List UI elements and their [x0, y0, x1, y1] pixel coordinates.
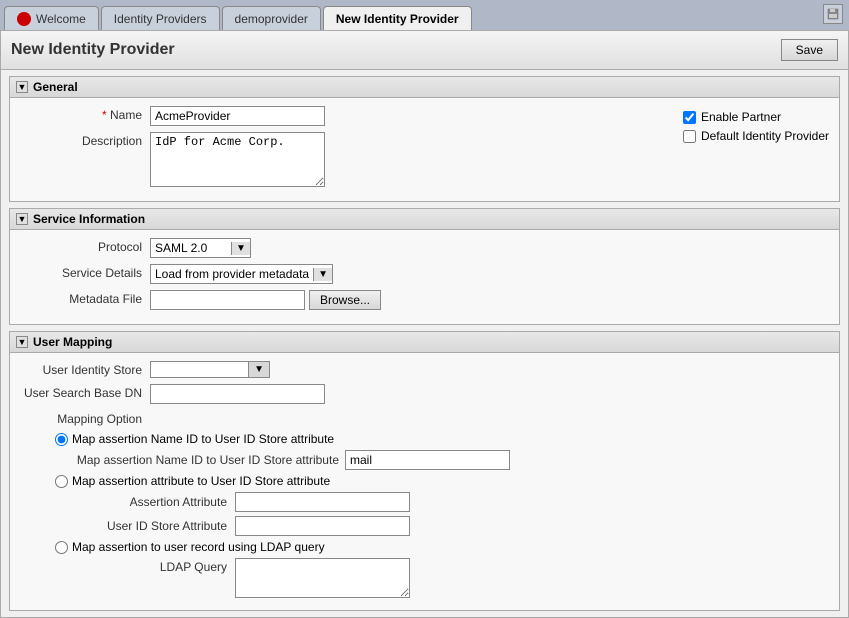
protocol-select[interactable]: SAML 2.0 ▼ [150, 238, 251, 258]
ldap-query-textarea[interactable] [235, 558, 410, 598]
browse-button[interactable]: Browse... [309, 290, 381, 310]
metadata-file-row: Metadata File Browse... [20, 290, 829, 310]
general-section-label: General [33, 80, 78, 94]
user-search-base-dn-input[interactable] [150, 384, 325, 404]
general-section-header: ▼ General [10, 77, 839, 98]
user-id-store-attribute-row: User ID Store Attribute [75, 516, 829, 536]
tab-new-identity-provider-label: New Identity Provider [336, 12, 459, 26]
metadata-file-label: Metadata File [20, 290, 150, 306]
user-search-base-dn-label: User Search Base DN [20, 384, 150, 400]
enable-partner-label: Enable Partner [701, 110, 781, 124]
floppy-icon [827, 8, 839, 20]
tab-demoprovider[interactable]: demoprovider [222, 6, 321, 30]
tab-welcome[interactable]: Welcome [4, 6, 99, 30]
user-store-arrow[interactable]: ▼ [248, 362, 269, 377]
radio1-sublabel: Map assertion Name ID to User ID Store a… [75, 453, 345, 467]
user-identity-store-label: User Identity Store [20, 361, 150, 377]
tab-new-identity-provider[interactable]: New Identity Provider [323, 6, 472, 30]
name-row: Name [20, 106, 643, 126]
tab-demoprovider-label: demoprovider [235, 12, 308, 26]
mapping-option-label-row: Mapping Option [20, 410, 829, 426]
radio3-label: Map assertion to user record using LDAP … [72, 540, 325, 554]
service-information-label: Service Information [33, 212, 145, 226]
default-idp-checkbox[interactable] [683, 130, 696, 143]
user-id-store-attribute-input[interactable] [235, 516, 410, 536]
service-details-select[interactable]: Load from provider metadata ▼ [150, 264, 333, 284]
user-mapping-toggle[interactable]: ▼ [16, 336, 28, 348]
radio3-row: Map assertion to user record using LDAP … [55, 540, 829, 554]
metadata-file-input[interactable] [150, 290, 305, 310]
save-icon-top[interactable] [823, 4, 843, 24]
radio2[interactable] [55, 475, 68, 488]
radio3[interactable] [55, 541, 68, 554]
enable-partner-row: Enable Partner [683, 110, 829, 124]
radio1-sub-row: Map assertion Name ID to User ID Store a… [75, 450, 829, 470]
general-toggle[interactable]: ▼ [16, 81, 28, 93]
assertion-attribute-row: Assertion Attribute [75, 492, 829, 512]
general-layout: Name Description IdP for Acme Corp. Enab… [20, 106, 829, 193]
protocol-row: Protocol SAML 2.0 ▼ [20, 238, 829, 258]
user-search-base-dn-row: User Search Base DN [20, 384, 829, 404]
tab-bar: Welcome Identity Providers demoprovider … [0, 0, 849, 30]
page-header: New Identity Provider Save [1, 31, 848, 70]
default-idp-label: Default Identity Provider [701, 129, 829, 143]
service-information-body: Protocol SAML 2.0 ▼ Service Details Load… [10, 230, 839, 324]
service-information-section: ▼ Service Information Protocol SAML 2.0 … [9, 208, 840, 325]
description-label: Description [20, 132, 150, 148]
protocol-arrow[interactable]: ▼ [231, 242, 250, 255]
service-details-arrow[interactable]: ▼ [313, 268, 332, 281]
save-button[interactable]: Save [781, 39, 838, 61]
user-mapping-section: ▼ User Mapping User Identity Store ▼ Use… [9, 331, 840, 611]
checkbox-group: Enable Partner Default Identity Provider [683, 110, 829, 143]
user-mapping-body: User Identity Store ▼ User Search Base D… [10, 353, 839, 610]
radio1-row: Map assertion Name ID to User ID Store a… [55, 432, 829, 446]
ldap-query-row: LDAP Query [75, 558, 829, 598]
radio2-row: Map assertion attribute to User ID Store… [55, 474, 829, 488]
protocol-label: Protocol [20, 238, 150, 254]
page-title: New Identity Provider [11, 41, 175, 59]
tab-identity-providers-label: Identity Providers [114, 12, 207, 26]
description-textarea[interactable]: IdP for Acme Corp. [150, 132, 325, 187]
mapping-option-label: Mapping Option [20, 410, 150, 426]
ldap-query-label: LDAP Query [75, 558, 235, 574]
main-content: New Identity Provider Save ▼ General Nam… [0, 30, 849, 618]
general-section-body: Name Description IdP for Acme Corp. Enab… [10, 98, 839, 201]
general-section: ▼ General Name Description IdP for Acme … [9, 76, 840, 202]
service-information-toggle[interactable]: ▼ [16, 213, 28, 225]
tab-identity-providers[interactable]: Identity Providers [101, 6, 220, 30]
service-details-row: Service Details Load from provider metad… [20, 264, 829, 284]
general-right: Enable Partner Default Identity Provider [663, 106, 829, 193]
service-details-label: Service Details [20, 264, 150, 280]
enable-partner-checkbox[interactable] [683, 111, 696, 124]
assertion-attribute-input[interactable] [235, 492, 410, 512]
description-row: Description IdP for Acme Corp. [20, 132, 643, 187]
radio1-label: Map assertion Name ID to User ID Store a… [72, 432, 334, 446]
name-input[interactable] [150, 106, 325, 126]
user-mapping-label: User Mapping [33, 335, 112, 349]
user-identity-store-row: User Identity Store ▼ [20, 361, 829, 378]
user-store-value [151, 362, 248, 377]
user-identity-store-select[interactable]: ▼ [150, 361, 270, 378]
service-information-header: ▼ Service Information [10, 209, 839, 230]
assertion-attribute-label: Assertion Attribute [75, 495, 235, 509]
name-label: Name [20, 106, 150, 122]
service-details-value: Load from provider metadata [151, 265, 313, 283]
default-idp-row: Default Identity Provider [683, 129, 829, 143]
radio1-value-input[interactable] [345, 450, 510, 470]
general-left: Name Description IdP for Acme Corp. [20, 106, 643, 193]
radio2-label: Map assertion attribute to User ID Store… [72, 474, 330, 488]
user-mapping-header: ▼ User Mapping [10, 332, 839, 353]
radio1[interactable] [55, 433, 68, 446]
protocol-value: SAML 2.0 [151, 239, 231, 257]
tab-welcome-label: Welcome [36, 12, 86, 26]
welcome-icon [17, 12, 31, 26]
user-id-store-attribute-label: User ID Store Attribute [75, 519, 235, 533]
